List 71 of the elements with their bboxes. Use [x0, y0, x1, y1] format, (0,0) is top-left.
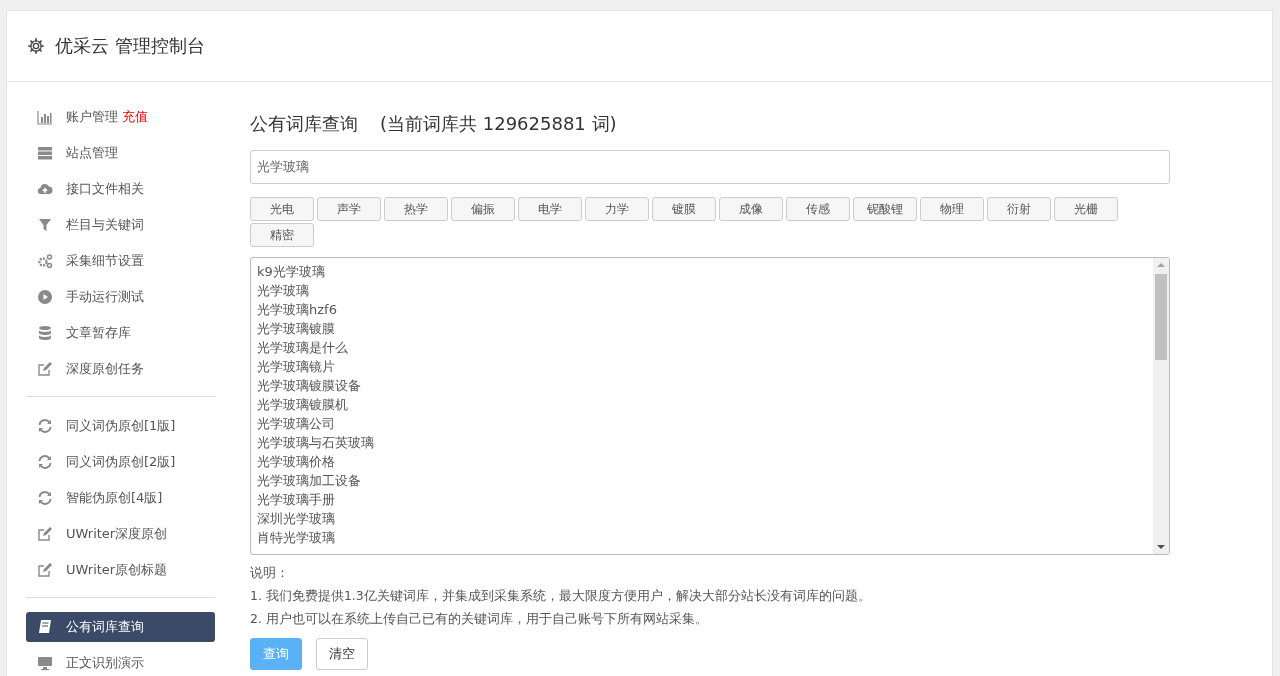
sidebar-item[interactable]: 接口文件相关 — [26, 174, 215, 204]
result-item: 光学玻璃镀膜机 — [257, 396, 349, 414]
result-item: 光学玻璃镜片 — [257, 358, 336, 376]
result-item: 光学玻璃 — [257, 282, 310, 300]
category-tag[interactable]: 衍射 — [987, 197, 1051, 221]
category-tag[interactable]: 光电 — [250, 197, 314, 221]
sidebar-item[interactable]: 智能伪原创[4版] — [26, 483, 215, 513]
sidebar-item[interactable]: 采集细节设置 — [26, 246, 215, 276]
refresh-icon — [36, 454, 54, 470]
server-icon — [36, 145, 54, 161]
scrollbar[interactable] — [1153, 258, 1169, 554]
note-text: 2. 用户也可以在系统上传自己已有的关键词库，用于自己账号下所有网站采集。 — [250, 610, 709, 628]
word-count: (当前词库共 129625881 词) — [380, 112, 617, 136]
sidebar-item[interactable]: 同义词伪原创[1版] — [26, 411, 215, 441]
sidebar-item[interactable]: 正文识别演示 — [26, 648, 215, 676]
category-tag[interactable]: 镀膜 — [652, 197, 716, 221]
category-tag[interactable]: 电学 — [518, 197, 582, 221]
cloud-upload-icon — [36, 181, 54, 197]
page-title: 公有词库查询 — [250, 112, 358, 136]
sidebar-item[interactable]: 栏目与关键词 — [26, 210, 215, 240]
filter-icon — [36, 217, 54, 233]
database-icon — [36, 325, 54, 341]
notes-heading: 说明： — [250, 564, 290, 582]
result-item: 深圳光学玻璃 — [257, 510, 336, 528]
category-tag[interactable]: 声学 — [317, 197, 381, 221]
category-tag[interactable]: 物理 — [920, 197, 984, 221]
category-tag[interactable]: 热学 — [384, 197, 448, 221]
results-list[interactable]: k9光学玻璃 光学玻璃 光学玻璃hzf6 光学玻璃镀膜 光学玻璃是什么 光学玻璃镜片 光学玻璃镀膜设备 光学玻璃镀膜机 光学玻璃公司 光学玻璃与石英玻璃 光学玻璃价格 光学玻璃加工设备 光学玻璃手册 深圳光学玻璃 肖特光学玻璃 — [250, 257, 1170, 555]
edit-icon — [36, 361, 54, 377]
category-tag[interactable]: 成像 — [719, 197, 783, 221]
clear-button[interactable]: 清空 — [316, 638, 368, 670]
result-item: 光学玻璃与石英玻璃 — [257, 434, 375, 452]
edit-icon — [36, 562, 54, 578]
console-title: 优采云 管理控制台 — [55, 34, 205, 58]
category-tag[interactable]: 铌酸锂 — [853, 197, 917, 221]
monitor-icon — [36, 655, 54, 671]
refresh-icon — [36, 418, 54, 434]
refresh-icon — [36, 490, 54, 506]
category-tag[interactable]: 偏振 — [451, 197, 515, 221]
result-item: k9光学玻璃 — [257, 263, 326, 281]
result-item: 光学玻璃镀膜 — [257, 320, 336, 338]
note-text: 1. 我们免费提供1.3亿关键词库，并集成到采集系统，最大限度方便用户，解决大部分站长没有词库的问题。 — [250, 587, 872, 605]
sidebar-item[interactable]: 手动运行测试 — [26, 282, 215, 312]
result-item: 光学玻璃加工设备 — [257, 472, 362, 490]
sidebar-item[interactable]: 账户管理 充值 — [26, 102, 215, 132]
sidebar-item[interactable]: UWriter深度原创 — [26, 519, 215, 549]
bar-chart-icon — [36, 109, 54, 125]
sidebar-item[interactable]: 同义词伪原创[2版] — [26, 447, 215, 477]
result-item: 光学玻璃价格 — [257, 453, 336, 471]
keyword-field[interactable]: 光学玻璃 — [250, 150, 1170, 184]
result-item: 光学玻璃hzf6 — [257, 301, 338, 319]
sidebar-item[interactable]: UWriter原创标题 — [26, 555, 215, 585]
category-tag[interactable]: 光栅 — [1054, 197, 1118, 221]
gears-icon — [36, 253, 54, 269]
sidebar-item[interactable]: 站点管理 — [26, 138, 215, 168]
settings-icon — [27, 37, 45, 55]
book-icon — [36, 619, 54, 635]
sidebar-item[interactable]: 文章暂存库 — [26, 318, 215, 348]
result-item: 光学玻璃是什么 — [257, 339, 349, 357]
recharge-link[interactable]: 充值 — [122, 108, 148, 126]
category-tag[interactable]: 力学 — [585, 197, 649, 221]
result-item: 光学玻璃公司 — [257, 415, 336, 433]
sidebar-item[interactable]: 深度原创任务 — [26, 354, 215, 384]
result-item: 光学玻璃手册 — [257, 491, 336, 509]
sidebar-item[interactable]: 公有词库查询 — [26, 612, 215, 642]
result-item: 光学玻璃镀膜设备 — [257, 377, 362, 395]
category-tag[interactable]: 精密 — [250, 223, 314, 247]
category-tag[interactable]: 传感 — [786, 197, 850, 221]
play-icon — [36, 289, 54, 305]
edit-icon — [36, 526, 54, 542]
result-item: 肖特光学玻璃 — [257, 529, 336, 547]
